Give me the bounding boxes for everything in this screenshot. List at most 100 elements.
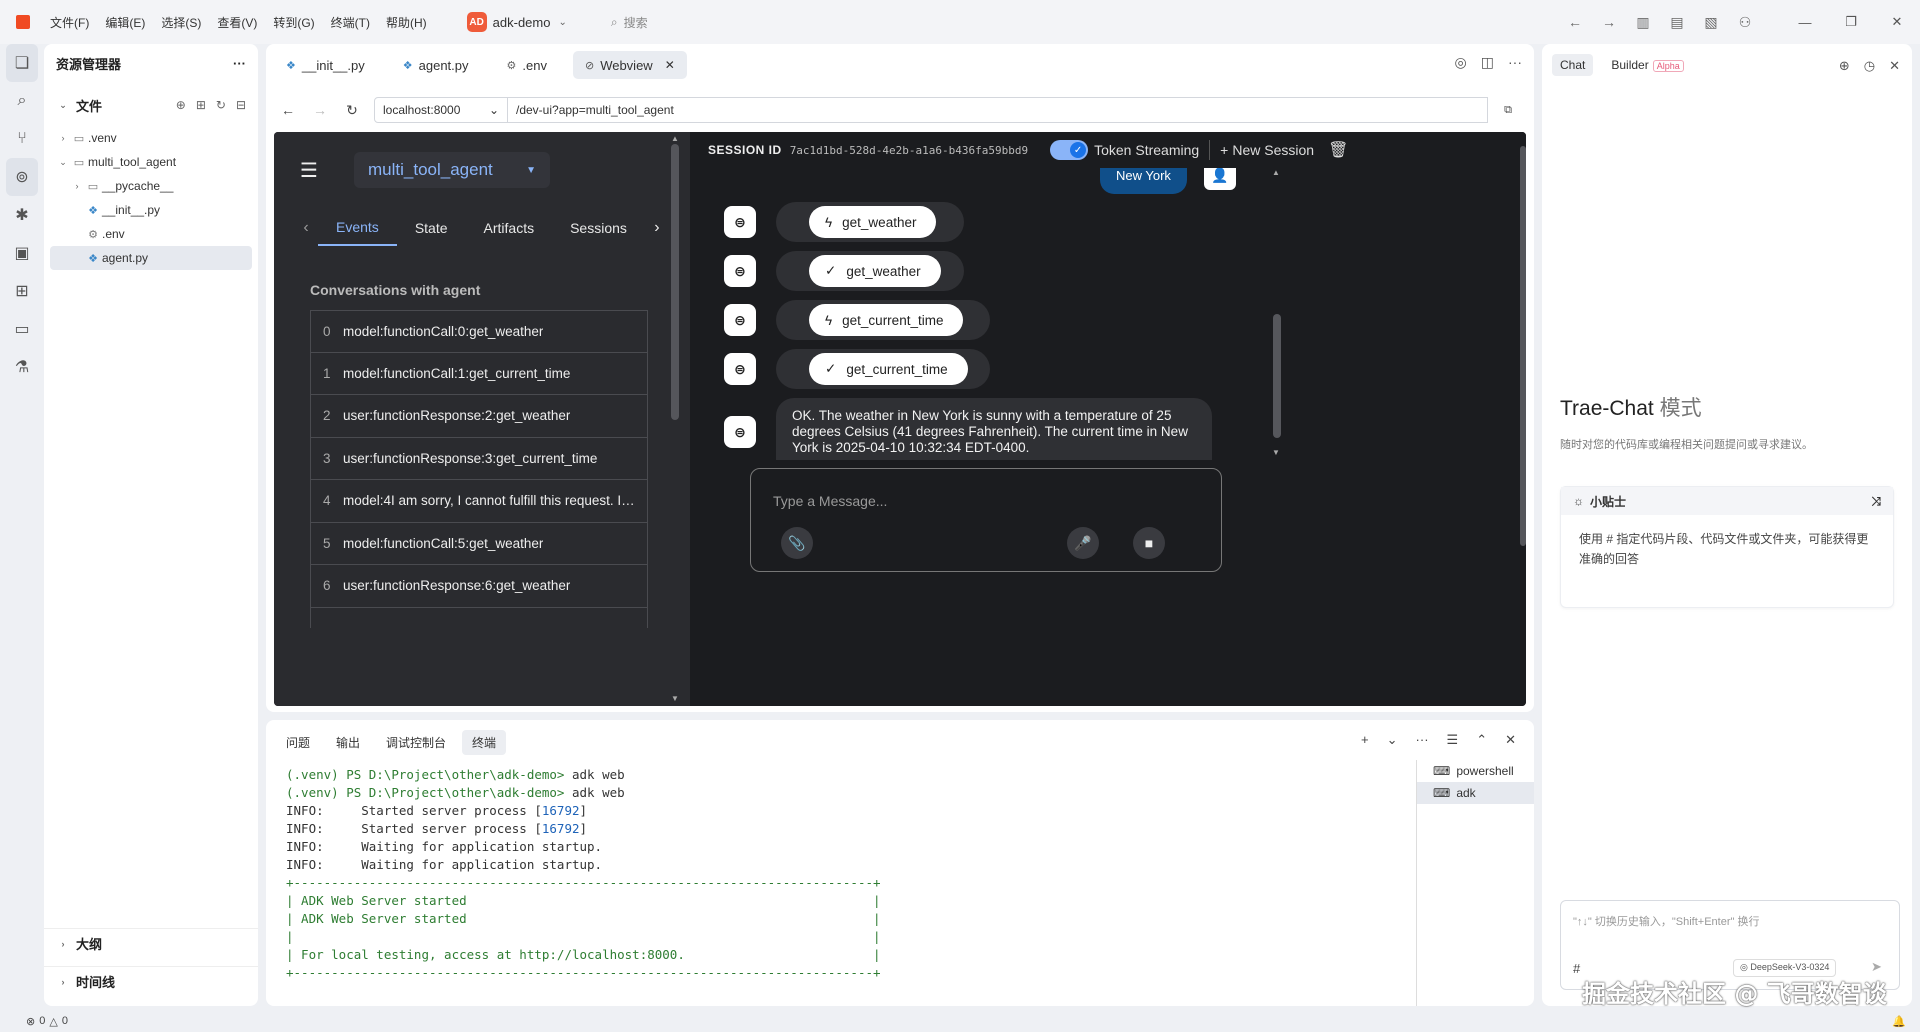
more-actions-icon[interactable]: ···: [233, 56, 246, 71]
tree-item-venv[interactable]: › ▭ .venv: [44, 126, 258, 150]
global-search[interactable]: ⌕ 搜索: [611, 14, 648, 31]
tree-item-agent-py[interactable]: ❖ agent.py: [50, 246, 252, 270]
remote-explorer-icon[interactable]: ▣: [0, 234, 44, 272]
explorer-icon[interactable]: ❏: [6, 44, 38, 82]
notification-icon[interactable]: 🔔: [1892, 1015, 1906, 1028]
scrollbar-thumb[interactable]: [1520, 146, 1526, 546]
tab-artifacts[interactable]: Artifacts: [466, 210, 553, 246]
files-section-title[interactable]: 文件: [76, 96, 102, 115]
compass-icon[interactable]: ◎: [1455, 54, 1467, 71]
monitor-icon[interactable]: ▭: [0, 310, 44, 348]
scroll-up-icon[interactable]: ▲: [670, 134, 680, 143]
close-icon[interactable]: ✕: [1505, 732, 1516, 748]
function-response-chip[interactable]: ✓ get_weather: [809, 255, 941, 287]
event-row[interactable]: 5 model:functionCall:5:get_weather: [310, 522, 648, 565]
tab-events[interactable]: Events: [318, 210, 397, 246]
tab-debug-console[interactable]: 调试控制台: [376, 730, 456, 755]
toggle-panel-icon[interactable]: ▤: [1660, 0, 1694, 44]
split-editor-icon[interactable]: ◫: [1481, 54, 1494, 71]
testing-icon[interactable]: ⚗: [0, 348, 44, 386]
new-terminal-icon[interactable]: +: [1361, 732, 1369, 748]
forward-icon[interactable]: →: [306, 96, 334, 124]
event-row[interactable]: 6 user:functionResponse:6:get_weather: [310, 565, 648, 608]
agent-select[interactable]: multi_tool_agent ▼: [354, 152, 550, 188]
event-row[interactable]: 4 model:4I am sorry, I cannot fulfill thi…: [310, 480, 648, 523]
new-session-button[interactable]: + New Session: [1220, 142, 1314, 158]
back-icon[interactable]: ←: [274, 96, 302, 124]
debug-icon[interactable]: ✱: [0, 196, 44, 234]
tab-chat[interactable]: Chat: [1552, 54, 1594, 76]
scrollbar-thumb[interactable]: [671, 144, 679, 420]
send-icon[interactable]: ➤: [1871, 959, 1882, 975]
delete-session-icon[interactable]: 🗑: [1328, 140, 1348, 160]
message-input[interactable]: Type a Message... 📎 🎤 ■: [750, 468, 1222, 572]
event-row[interactable]: 3 user:functionResponse:3:get_current_tim…: [310, 437, 648, 480]
project-badge[interactable]: AD: [466, 12, 487, 32]
history-icon[interactable]: ◷: [1864, 58, 1875, 74]
collapse-all-icon[interactable]: ⊟: [236, 98, 246, 112]
forward-icon[interactable]: →: [1592, 0, 1626, 44]
tab-terminal[interactable]: 终端: [462, 729, 507, 755]
reload-icon[interactable]: ↻: [338, 96, 366, 124]
new-chat-icon[interactable]: ⊕: [1839, 58, 1850, 74]
tab-builder[interactable]: Builder Alpha: [1603, 54, 1691, 76]
tree-item-init-py[interactable]: ❖ __init__.py: [44, 198, 258, 222]
menu-terminal[interactable]: 终端(T): [331, 14, 370, 31]
chevron-down-icon[interactable]: ⌄: [558, 17, 566, 28]
scroll-down-icon[interactable]: ▼: [1272, 448, 1280, 457]
menu-icon[interactable]: ☰: [300, 158, 318, 183]
function-call-chip[interactable]: ϟ get_weather: [809, 206, 937, 238]
tab-sessions[interactable]: Sessions: [552, 210, 645, 246]
menu-go[interactable]: 转到(G): [273, 14, 314, 31]
tree-item-multi-tool-agent[interactable]: ⌄ ▭ multi_tool_agent: [44, 150, 258, 174]
menu-selection[interactable]: 选择(S): [161, 14, 201, 31]
restore-button[interactable]: ❐: [1828, 0, 1874, 44]
scroll-down-icon[interactable]: ▼: [670, 694, 680, 703]
attach-icon[interactable]: 📎: [781, 527, 813, 559]
function-response-chip[interactable]: ✓ get_current_time: [809, 353, 968, 385]
project-name[interactable]: adk-demo: [493, 15, 551, 30]
layout-icon[interactable]: ☰: [1447, 732, 1459, 748]
webview-scrollbar[interactable]: [1520, 132, 1526, 706]
function-call-chip[interactable]: ϟ get_current_time: [809, 304, 964, 336]
new-folder-icon[interactable]: ⊞: [196, 98, 206, 112]
event-row[interactable]: 1 model:functionCall:1:get_current_time: [310, 352, 648, 395]
account-icon[interactable]: ⚇: [1728, 0, 1762, 44]
token-streaming-toggle[interactable]: ✓: [1050, 140, 1089, 160]
outline-section[interactable]: › 大纲: [44, 928, 258, 958]
shuffle-icon[interactable]: ⤨: [1871, 494, 1881, 509]
problems-status[interactable]: ⊗ 0 △ 0: [26, 1015, 68, 1028]
minimize-button[interactable]: —: [1782, 0, 1828, 44]
url-path-input[interactable]: /dev-ui?app=multi_tool_agent: [508, 97, 1488, 123]
chevron-right-icon[interactable]: ›: [645, 219, 669, 237]
terminal-item-powershell[interactable]: ⌨ powershell: [1417, 760, 1534, 782]
source-control-icon[interactable]: ⑂: [0, 120, 44, 158]
timeline-section[interactable]: › 时间线: [44, 966, 258, 996]
event-row[interactable]: 0 model:functionCall:0:get_weather: [310, 310, 648, 353]
refresh-icon[interactable]: ↻: [216, 98, 226, 112]
tab-state[interactable]: State: [397, 210, 466, 246]
maximize-panel-icon[interactable]: ⌃: [1476, 732, 1487, 748]
remote-icon[interactable]: ⊚: [6, 158, 38, 196]
menu-help[interactable]: 帮助(H): [386, 14, 427, 31]
scroll-up-icon[interactable]: ▲: [1272, 168, 1280, 177]
video-camera-icon[interactable]: ■: [1133, 527, 1165, 559]
more-actions-icon[interactable]: ···: [1508, 54, 1522, 71]
host-select[interactable]: localhost:8000 ⌄: [374, 97, 508, 123]
toggle-aux-sidebar-icon[interactable]: ▧: [1694, 0, 1728, 44]
event-row[interactable]: 2 user:functionResponse:2:get_weather: [310, 395, 648, 438]
toggle-sidebar-icon[interactable]: ▥: [1626, 0, 1660, 44]
side-panel-scrollbar[interactable]: ▲ ▼: [670, 132, 680, 706]
tab-env[interactable]: ⚙ .env: [495, 51, 559, 79]
microphone-icon[interactable]: 🎤: [1067, 527, 1099, 559]
terminal-output[interactable]: (.venv) PS D:\Project\other\adk-demo> ad…: [286, 766, 881, 982]
more-actions-icon[interactable]: ···: [1416, 732, 1429, 748]
chat-scrollbar[interactable]: ▲ ▼: [1272, 168, 1282, 458]
close-icon[interactable]: ✕: [665, 58, 675, 72]
tree-item-env[interactable]: ⚙ .env: [44, 222, 258, 246]
chevron-down-icon[interactable]: ⌄: [1387, 732, 1398, 748]
chevron-left-icon[interactable]: ‹: [294, 219, 318, 237]
terminal-item-adk[interactable]: ⌨ adk: [1417, 782, 1534, 804]
chevron-down-icon[interactable]: ⌄: [56, 100, 70, 111]
back-icon[interactable]: ←: [1558, 0, 1592, 44]
